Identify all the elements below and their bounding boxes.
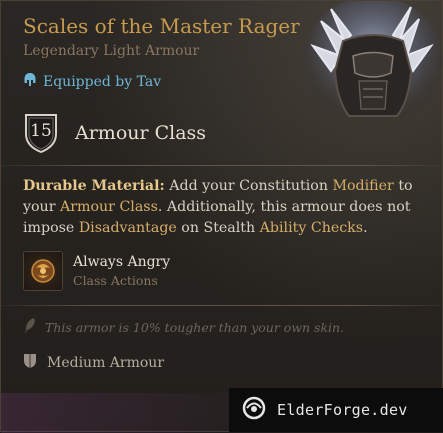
action-category: Class Actions [73,273,158,288]
helmet-icon [23,72,37,92]
keyword-armour-class[interactable]: Armour Class [60,199,158,215]
rage-icon [23,251,63,291]
armour-class-row: 15 Armour Class [23,111,206,155]
flavor-text: This armor is 10% tougher than your own … [45,319,345,335]
description-text: Add your Constitution [164,178,333,194]
armour-class-value: 15 [30,121,52,141]
armour-class-label: Armour Class [75,122,207,144]
divider [1,305,443,306]
armour-image [301,0,443,151]
keyword-ability-checks[interactable]: Ability Checks [260,220,363,236]
item-description: Durable Material: Add your Constitution … [23,176,423,239]
granted-action[interactable]: Always Angry Class Actions [23,250,170,292]
quill-icon [23,317,37,338]
flavor-text-row: This armor is 10% tougher than your own … [23,317,344,337]
shield-icon: 15 [23,112,59,154]
armour-type-icon [23,353,37,373]
logo-icon [241,395,267,425]
keyword-modifier[interactable]: Modifier [332,178,393,194]
item-name: Scales of the Master Rager [23,14,300,38]
item-rarity-type: Legendary Light Armour [23,43,200,59]
description-heading: Durable Material: [23,178,165,194]
action-name: Always Angry [73,254,171,270]
watermark-text: ElderForge.dev [277,401,408,419]
keyword-disadvantage[interactable]: Disadvantage [79,220,177,236]
description-text: . [363,220,368,236]
equipped-status: Equipped by Tav [23,73,161,91]
equipped-label: Equipped by Tav [43,74,162,90]
item-tooltip: Scales of the Master Rager Legendary Lig… [0,0,443,433]
armour-type-label: Medium Armour [47,355,165,371]
divider [1,165,443,166]
armour-type-row: Medium Armour [23,353,164,373]
watermark: ElderForge.dev [229,388,443,432]
description-text: on Stealth [176,220,260,236]
